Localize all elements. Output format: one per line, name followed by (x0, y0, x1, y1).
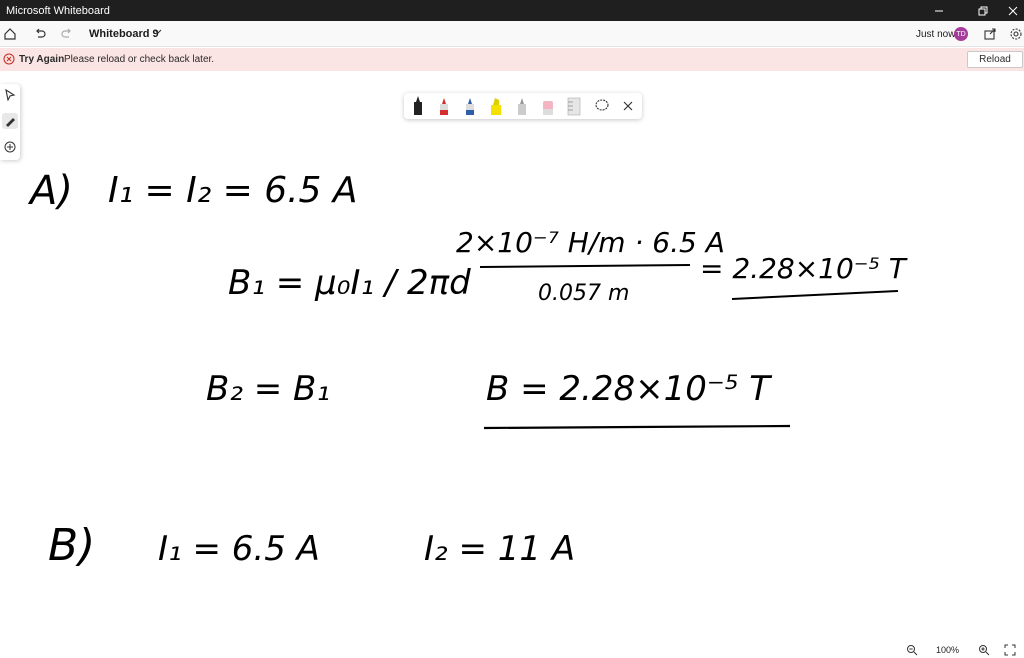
app-bar: Whiteboard 9 Just now TD (0, 21, 1024, 47)
part-b-i2: I₂ = 11 A (424, 529, 575, 569)
chevron-down-icon[interactable] (153, 27, 163, 40)
close-window-button[interactable] (996, 0, 1024, 21)
settings-button[interactable] (1006, 24, 1024, 44)
whiteboard-canvas[interactable]: A) I₁ = I₂ = 6.5 A B₁ = μ₀I₁ / 2πd 2×10⁻… (0, 72, 1024, 642)
banner-heading: Try Again (19, 54, 65, 65)
b1-result: = 2.28×10⁻⁵ T (700, 252, 908, 285)
error-icon (3, 53, 15, 68)
reload-button[interactable]: Reload (967, 51, 1023, 68)
part-b-label: B) (48, 520, 95, 571)
gear-icon (1010, 28, 1022, 40)
undo-button[interactable] (30, 24, 50, 44)
home-button[interactable] (0, 24, 20, 44)
banner-message: Please reload or check back later. (64, 54, 215, 65)
zoom-in-icon[interactable] (978, 644, 990, 658)
minimize-icon (935, 10, 943, 11)
part-a-label: A) (27, 168, 73, 214)
zoom-out-icon[interactable] (906, 644, 918, 658)
b2-equation: B₂ = B₁ (206, 369, 330, 409)
b1-formula: B₁ = μ₀I₁ / 2πd (228, 263, 471, 303)
error-banner: Try Again Please reload or check back la… (0, 48, 1024, 71)
restore-icon (978, 6, 988, 15)
zoom-bar: 100% (900, 642, 1024, 658)
zoom-level: 100% (936, 645, 960, 655)
home-icon (4, 28, 16, 40)
title-bar: Microsoft Whiteboard (0, 0, 1024, 21)
avatar[interactable]: TD (954, 27, 968, 41)
b-final: B = 2.28×10⁻⁵ T (486, 369, 772, 409)
minimize-button[interactable] (922, 0, 956, 21)
fit-to-screen-icon[interactable] (1004, 644, 1016, 658)
close-icon (1008, 6, 1018, 15)
redo-button[interactable] (57, 24, 77, 44)
b1-denominator: 0.057 m (538, 281, 629, 306)
part-b-i1: I₁ = 6.5 A (158, 529, 320, 569)
fraction-line (479, 264, 691, 268)
board-name[interactable]: Whiteboard 9 (89, 28, 159, 40)
window-title: Microsoft Whiteboard (6, 5, 110, 17)
b-final-underline (483, 424, 791, 430)
part-a-given: I₁ = I₂ = 6.5 A (108, 170, 358, 211)
share-button[interactable] (980, 24, 1000, 44)
restore-button[interactable] (966, 0, 1000, 21)
undo-icon (36, 28, 46, 38)
b1-underline (731, 290, 899, 300)
redo-icon (61, 28, 71, 38)
share-icon (984, 28, 996, 40)
b1-numerator: 2×10⁻⁷ H/m · 6.5 A (456, 226, 725, 259)
save-status: Just now (916, 29, 956, 40)
